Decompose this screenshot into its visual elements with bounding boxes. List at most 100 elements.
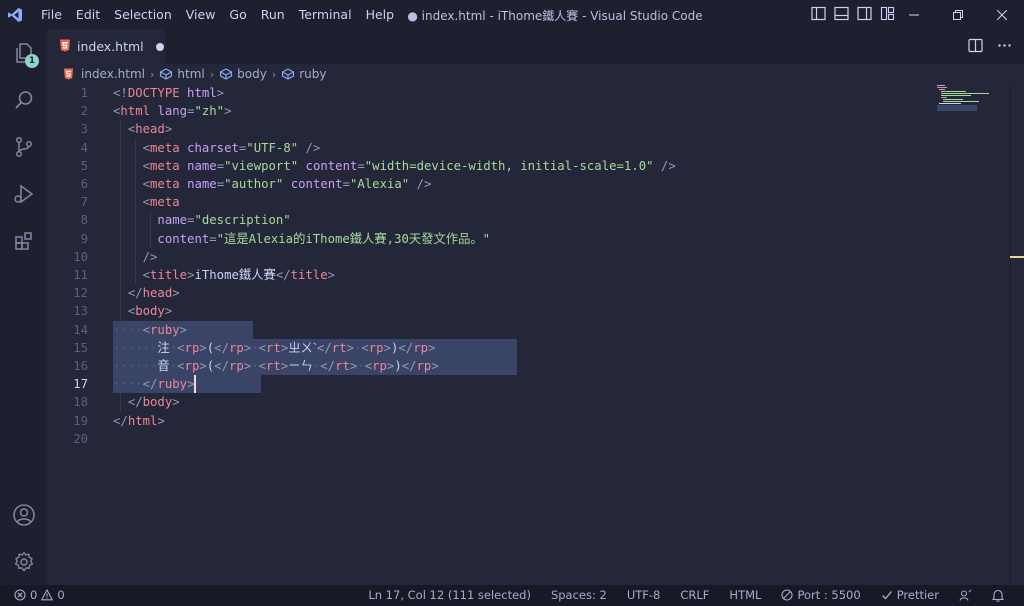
code-line[interactable]: 18 </body> bbox=[47, 393, 937, 411]
code-line[interactable]: 5 <meta name="viewport" content="width=d… bbox=[47, 157, 937, 175]
syntax-token: "Alexia" bbox=[349, 177, 410, 191]
syntax-token: </ bbox=[127, 286, 143, 301]
syntax-token: content bbox=[157, 231, 210, 246]
syntax-token: </ bbox=[127, 395, 143, 410]
syntax-token: "description" bbox=[194, 213, 291, 228]
notifications-bell-icon[interactable] bbox=[992, 589, 1004, 602]
line-number: 2 bbox=[80, 104, 88, 119]
syntax-token: "width=device-width, initial-scale=1.0" bbox=[364, 158, 654, 173]
code-line[interactable]: 10 /> bbox=[47, 248, 937, 266]
menu-terminal[interactable]: Terminal bbox=[292, 4, 359, 26]
more-actions-icon[interactable] bbox=[997, 38, 1012, 57]
prettier-status[interactable]: Prettier bbox=[881, 588, 939, 602]
menu-selection[interactable]: Selection bbox=[107, 4, 179, 26]
syntax-token: ㄧㄣ bbox=[288, 359, 313, 373]
breadcrumb-html[interactable]: html bbox=[159, 67, 205, 81]
line-number: 9 bbox=[80, 231, 88, 246]
restore-icon[interactable] bbox=[936, 0, 980, 29]
syntax-token: </ bbox=[113, 413, 128, 428]
line-number: 20 bbox=[73, 431, 88, 446]
toggle-panel-icon[interactable] bbox=[833, 5, 850, 22]
syntax-token bbox=[113, 232, 157, 246]
syntax-token: "author" bbox=[224, 177, 284, 191]
menu-bar: File Edit Selection View Go Run Terminal… bbox=[34, 0, 401, 29]
code-line[interactable]: 8 name="description" bbox=[47, 211, 937, 229]
split-editor-icon[interactable] bbox=[968, 38, 983, 57]
scrollbar-cursor-marker bbox=[1010, 256, 1024, 258]
syntax-token: rt bbox=[266, 359, 281, 373]
syntax-token: ruby bbox=[157, 377, 188, 392]
encoding[interactable]: UTF-8 bbox=[627, 588, 661, 602]
code-text: <head> bbox=[113, 120, 172, 138]
code-text: content="這是Alexia的iThome鐵人賽,30天發文作品。" bbox=[113, 230, 490, 248]
code-line[interactable]: 19 </html> bbox=[47, 412, 937, 430]
status-right: Ln 17, Col 12 (111 selected) Spaces: 2 U… bbox=[368, 588, 1004, 602]
search-icon[interactable] bbox=[0, 76, 47, 123]
cursor-position[interactable]: Ln 17, Col 12 (111 selected) bbox=[368, 588, 531, 602]
explorer-icon[interactable]: 1 bbox=[0, 29, 47, 76]
syntax-token: < bbox=[258, 340, 267, 355]
syntax-token: > bbox=[216, 86, 225, 100]
editor-actions bbox=[968, 38, 1012, 57]
tab-index-html[interactable]: index.html bbox=[47, 29, 165, 64]
minimap[interactable] bbox=[935, 84, 1010, 114]
minimize-icon[interactable] bbox=[892, 0, 936, 29]
syntax-token: "這是Alexia的iThome鐵人賽,30天發文作品。" bbox=[216, 231, 491, 246]
end-of-line[interactable]: CRLF bbox=[680, 588, 709, 602]
line-number: 18 bbox=[73, 395, 88, 410]
code-line[interactable]: 7 <meta bbox=[47, 193, 937, 211]
breadcrumb-body[interactable]: body bbox=[219, 67, 267, 81]
line-number: 11 bbox=[73, 268, 88, 282]
line-number: 1 bbox=[80, 86, 88, 100]
code-line[interactable]: 16 ······音·<rp>(</rp>·<rt>ㄧㄣ·</rt>·<rp>)<… bbox=[47, 357, 937, 375]
unsaved-dot-icon[interactable] bbox=[155, 42, 164, 51]
toggle-secondary-sidebar-icon[interactable] bbox=[856, 5, 873, 22]
code-line[interactable]: 6 <meta name="author" content="Alexia" /… bbox=[47, 175, 937, 193]
code-line[interactable]: 4 <meta charset="UTF-8" /> bbox=[47, 139, 937, 157]
menu-view[interactable]: View bbox=[179, 4, 223, 26]
syntax-token: content bbox=[290, 177, 343, 191]
syntax-token: meta bbox=[150, 177, 180, 191]
source-control-icon[interactable] bbox=[0, 123, 47, 170]
syntax-token: rp bbox=[228, 359, 244, 373]
menu-run[interactable]: Run bbox=[254, 4, 292, 26]
line-number: 12 bbox=[73, 286, 88, 301]
live-server-port[interactable]: Port : 5500 bbox=[781, 588, 861, 602]
code-text: <meta charset="UTF-8" /> bbox=[113, 139, 321, 157]
run-debug-icon[interactable] bbox=[0, 170, 47, 217]
prettier-label: Prettier bbox=[896, 588, 939, 602]
breadcrumb-ruby[interactable]: ruby bbox=[281, 67, 327, 81]
element-icon bbox=[282, 68, 295, 80]
indentation[interactable]: Spaces: 2 bbox=[551, 588, 607, 602]
code-line[interactable]: 9 content="這是Alexia的iThome鐵人賽,30天發文作品。" bbox=[47, 230, 937, 248]
problems-indicator[interactable]: 0 0 bbox=[14, 588, 65, 602]
toggle-primary-sidebar-icon[interactable] bbox=[810, 5, 827, 22]
code-line[interactable]: 20 bbox=[47, 430, 937, 448]
syntax-token: name bbox=[187, 177, 217, 191]
code-line[interactable]: 13 <body> bbox=[47, 302, 937, 320]
account-icon[interactable] bbox=[0, 491, 47, 538]
accounts-icon[interactable] bbox=[959, 589, 972, 602]
syntax-token: = bbox=[209, 231, 217, 246]
syntax-token: rt bbox=[266, 340, 281, 355]
code-line[interactable]: 11 <title>iThome鐵人賽</title> bbox=[47, 266, 937, 284]
code-line[interactable]: 2 <html lang="zh"> bbox=[47, 102, 937, 120]
menu-file[interactable]: File bbox=[34, 4, 69, 26]
code-line[interactable]: 12 </head> bbox=[47, 284, 937, 302]
code-line[interactable]: 1 <!DOCTYPE html> bbox=[47, 84, 937, 102]
syntax-token bbox=[113, 395, 128, 409]
vertical-scrollbar[interactable] bbox=[1010, 84, 1011, 585]
language-mode[interactable]: HTML bbox=[729, 588, 761, 602]
menu-go[interactable]: Go bbox=[222, 4, 253, 26]
menu-edit[interactable]: Edit bbox=[69, 4, 107, 26]
close-icon[interactable] bbox=[980, 0, 1024, 29]
breadcrumb-file[interactable]: index.html bbox=[63, 67, 145, 81]
code-line[interactable]: 3 <head> bbox=[47, 120, 937, 138]
settings-gear-icon[interactable] bbox=[0, 538, 47, 585]
extensions-icon[interactable] bbox=[0, 217, 47, 264]
syntax-token: ···· bbox=[113, 322, 143, 337]
code-line[interactable]: 17 ····</ruby> bbox=[47, 375, 937, 393]
code-editor[interactable]: 1 <!DOCTYPE html> 2 <html lang="zh"> 3 <head… bbox=[47, 84, 1024, 585]
code-line[interactable]: 15 ······注·<rp>(</rp>·<rt>ㄓㄨˋ</rt>·<rp>)<… bbox=[47, 339, 937, 357]
code-line[interactable]: 14 ····<ruby> bbox=[47, 321, 937, 339]
